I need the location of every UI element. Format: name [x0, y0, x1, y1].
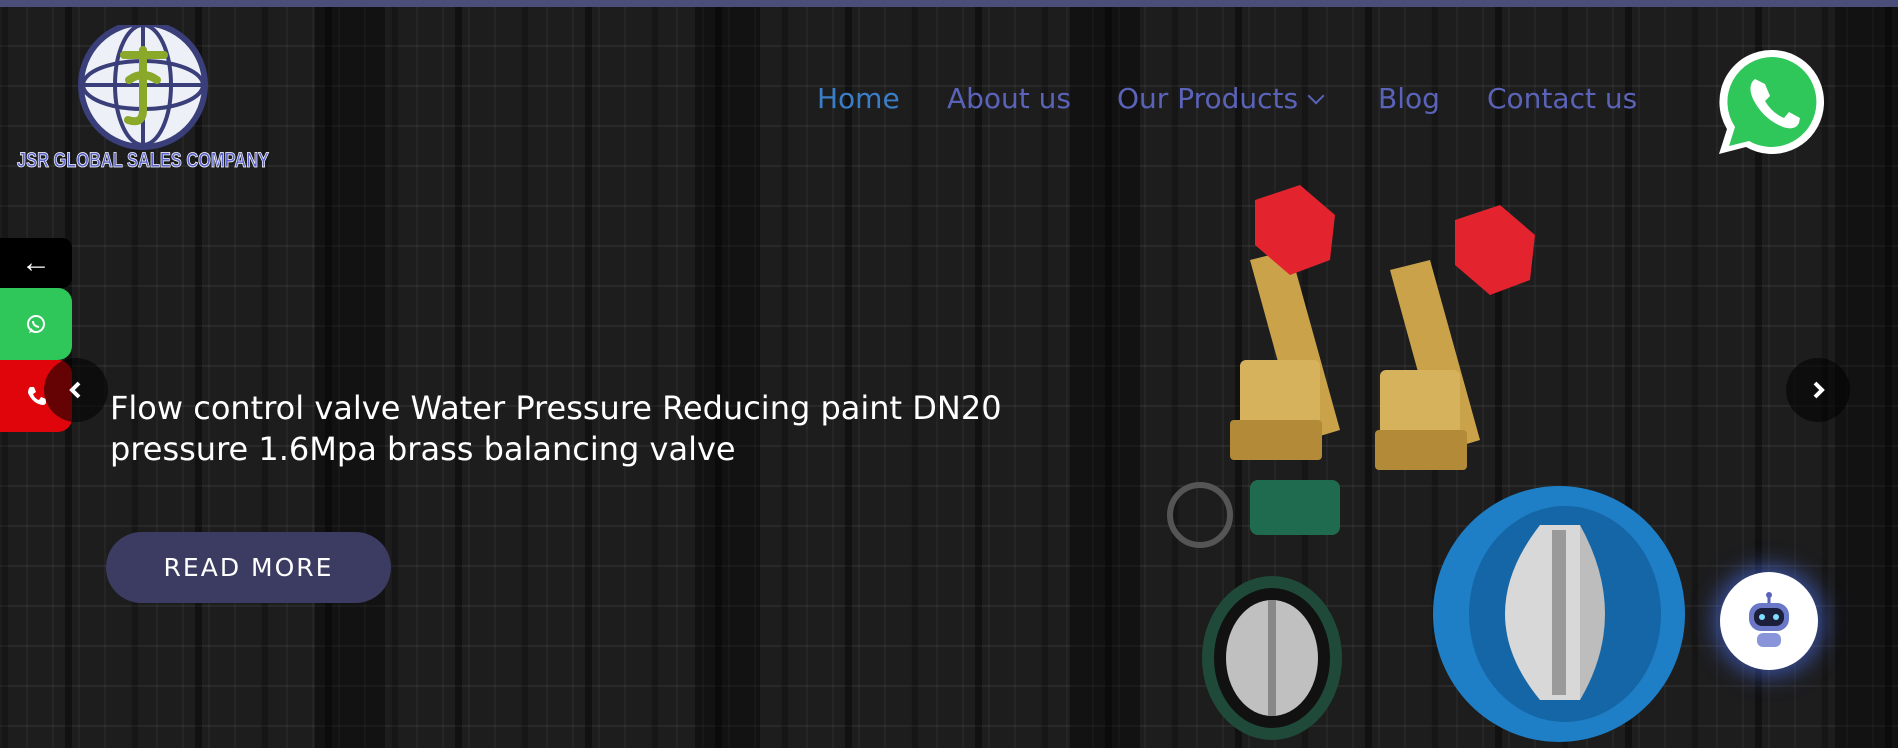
product-image-group	[1167, 185, 1685, 742]
nav-home[interactable]: Home	[817, 82, 900, 115]
site-logo[interactable]: JSR GLOBAL SALES COMPANY	[14, 20, 272, 173]
slide-heading: Flow control valve Water Pressure Reduci…	[110, 389, 1002, 468]
bg-band	[315, 7, 385, 748]
nav-products-label: Our Products	[1117, 82, 1299, 115]
nav-contact[interactable]: Contact us	[1487, 82, 1637, 115]
side-whatsapp-button[interactable]	[0, 288, 72, 360]
chevron-down-icon	[1307, 87, 1325, 105]
chatbot-button[interactable]	[1720, 572, 1818, 670]
slider-next-button[interactable]	[1786, 358, 1850, 422]
whatsapp-icon	[1719, 49, 1825, 154]
bg-band	[695, 7, 760, 748]
top-accent-bar	[0, 0, 1898, 7]
chevron-left-icon	[69, 381, 81, 399]
brass-balancing-valve-image	[1230, 185, 1535, 470]
nav-products[interactable]: Our Products	[1117, 82, 1325, 115]
robot-icon	[1749, 592, 1789, 647]
nav-about[interactable]: About us	[947, 82, 1071, 115]
whatsapp-icon	[27, 315, 45, 333]
read-more-button[interactable]: READ MORE	[106, 532, 391, 603]
slider-prev-button[interactable]	[44, 358, 108, 422]
chevron-right-icon	[1813, 381, 1825, 399]
side-back-button[interactable]: ←	[0, 238, 72, 288]
logo-text: JSR GLOBAL SALES COMPANY	[17, 149, 269, 172]
nav-blog[interactable]: Blog	[1378, 82, 1440, 115]
whatsapp-button[interactable]	[1715, 44, 1831, 160]
check-valve-image	[1433, 486, 1685, 742]
bg-band	[1070, 7, 1140, 748]
butterfly-valve-image	[1167, 480, 1342, 740]
